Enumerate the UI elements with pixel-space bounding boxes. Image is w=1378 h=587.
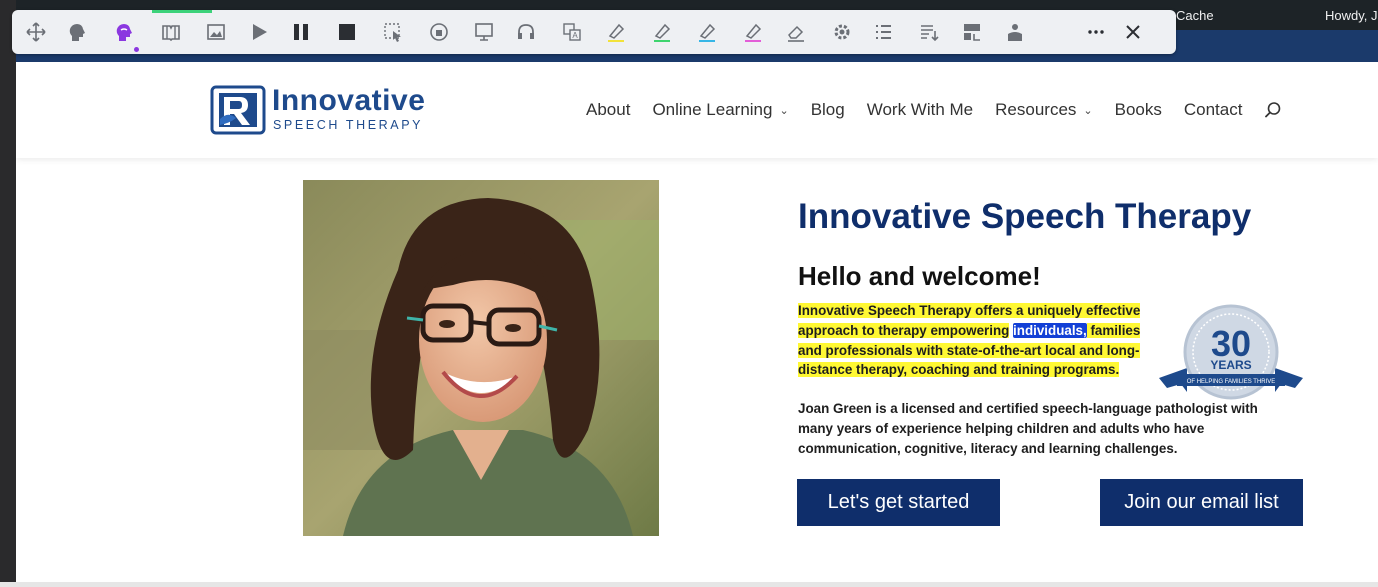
site-header: Innovative SPEECH THERAPY About Online L…: [16, 62, 1378, 158]
wp-admin-howdy[interactable]: Howdy, J: [1325, 8, 1378, 23]
nav-work-with-me[interactable]: Work With Me: [867, 100, 973, 120]
book-icon: [162, 25, 180, 42]
hero-title: Innovative Speech Therapy: [798, 197, 1252, 236]
nav-online-learning[interactable]: Online Learning ⌄: [652, 100, 788, 120]
nav-about[interactable]: About: [586, 100, 630, 120]
pause-button[interactable]: [287, 18, 315, 46]
site-logo[interactable]: Innovative SPEECH THERAPY: [210, 84, 440, 136]
nav-label: About: [586, 100, 631, 119]
chevron-down-icon: ⌄: [779, 104, 789, 117]
book-button[interactable]: [157, 18, 185, 46]
move-button[interactable]: [22, 18, 50, 46]
nav-label: Resources: [995, 100, 1077, 119]
headphones-icon: [518, 24, 534, 39]
get-started-button[interactable]: Let's get started: [797, 479, 1000, 526]
audio-maker-icon: [430, 23, 448, 41]
stop-button[interactable]: [333, 18, 361, 46]
settings-button[interactable]: [828, 18, 856, 46]
wp-admin-cache-link[interactable]: Cache: [1176, 8, 1214, 23]
highlight-blue-icon: [699, 23, 716, 42]
portrait-photo: [303, 180, 659, 536]
settings-icon: [834, 24, 850, 40]
nav-label: Books: [1114, 100, 1162, 119]
word-list-icon: [921, 25, 939, 42]
list-icon: [876, 25, 891, 39]
browser-frame: Cache Howdy, J Innovative SPEECH THERAPY…: [0, 0, 1378, 587]
logo-mark-icon: [210, 85, 266, 135]
select-region-icon: [384, 23, 401, 42]
highlight-yellow-icon: [608, 23, 625, 42]
nav-label: Online Learning: [652, 100, 773, 119]
translate-icon: A: [563, 23, 581, 41]
more-button[interactable]: [1082, 18, 1110, 46]
badge-ribbon: OF HELPING FAMILIES THRIVE: [1187, 379, 1276, 385]
web-page: Innovative SPEECH THERAPY About Online L…: [16, 62, 1378, 582]
play-icon: [253, 24, 267, 40]
list-button[interactable]: [869, 18, 897, 46]
screen-button[interactable]: [470, 18, 498, 46]
eraser-button[interactable]: [782, 18, 810, 46]
main-nav: About Online Learning ⌄ Blog Work With Me…: [586, 98, 1282, 122]
vocabulary-icon: [964, 24, 980, 41]
highlight-green-button[interactable]: [648, 18, 676, 46]
svg-text:A: A: [572, 31, 578, 40]
nav-label: Blog: [810, 100, 845, 119]
toolbar-active-marker: [152, 10, 212, 13]
head-profile-button[interactable]: [63, 18, 91, 46]
30-years-badge: 30 YEARS OF HELPING FAMILIES THRIVE: [1159, 304, 1303, 400]
badge-unit: YEARS: [1210, 358, 1251, 372]
teacher-button[interactable]: [1001, 18, 1029, 46]
headphones-button[interactable]: [512, 18, 540, 46]
play-button[interactable]: [245, 18, 273, 46]
pause-icon: [294, 24, 308, 40]
highlight-pink-icon: [745, 23, 762, 42]
teacher-icon: [1008, 24, 1022, 41]
audio-maker-button[interactable]: [425, 18, 453, 46]
translate-button[interactable]: A: [558, 18, 586, 46]
nav-books[interactable]: Books: [1115, 100, 1162, 120]
hero-intro: Innovative Speech Therapy offers a uniqu…: [798, 301, 1143, 380]
screen-icon: [475, 23, 493, 41]
logo-subtitle: SPEECH THERAPY: [273, 118, 424, 132]
select-region-button[interactable]: [379, 18, 407, 46]
move-icon: [26, 22, 46, 42]
chevron-down-icon: ⌄: [1083, 104, 1093, 117]
logo-name: Innovative: [272, 84, 426, 117]
image-button[interactable]: [202, 18, 230, 46]
active-indicator: [134, 47, 139, 52]
highlight-yellow-button[interactable]: [602, 18, 630, 46]
word-list-button[interactable]: [915, 18, 943, 46]
hero-greeting: Hello and welcome!: [798, 261, 1041, 291]
nav-contact[interactable]: Contact: [1184, 100, 1243, 120]
page-bottom-edge: [0, 582, 1378, 587]
highlight-pink-button[interactable]: [739, 18, 767, 46]
speech-head-button[interactable]: [110, 18, 138, 46]
image-icon: [207, 24, 225, 40]
search-icon[interactable]: [1264, 101, 1282, 119]
nav-label: Work With Me: [866, 100, 974, 119]
speech-head-icon: [116, 24, 132, 41]
more-icon: [1088, 30, 1104, 34]
highlight-blue-button[interactable]: [693, 18, 721, 46]
stop-icon: [339, 24, 355, 40]
reading-toolbar: A: [12, 10, 1176, 54]
vocabulary-button[interactable]: [958, 18, 986, 46]
close-icon: [1126, 25, 1140, 39]
join-email-list-button[interactable]: Join our email list: [1100, 479, 1303, 526]
highlight-green-icon: [654, 23, 671, 42]
close-button[interactable]: [1119, 18, 1147, 46]
head-profile-icon: [69, 24, 85, 41]
nav-resources[interactable]: Resources ⌄: [995, 100, 1092, 120]
selected-word[interactable]: individuals,: [1013, 322, 1087, 338]
eraser-icon: [788, 25, 804, 42]
nav-label: Contact: [1183, 100, 1243, 119]
nav-blog[interactable]: Blog: [811, 100, 845, 120]
left-rail: [0, 0, 16, 587]
